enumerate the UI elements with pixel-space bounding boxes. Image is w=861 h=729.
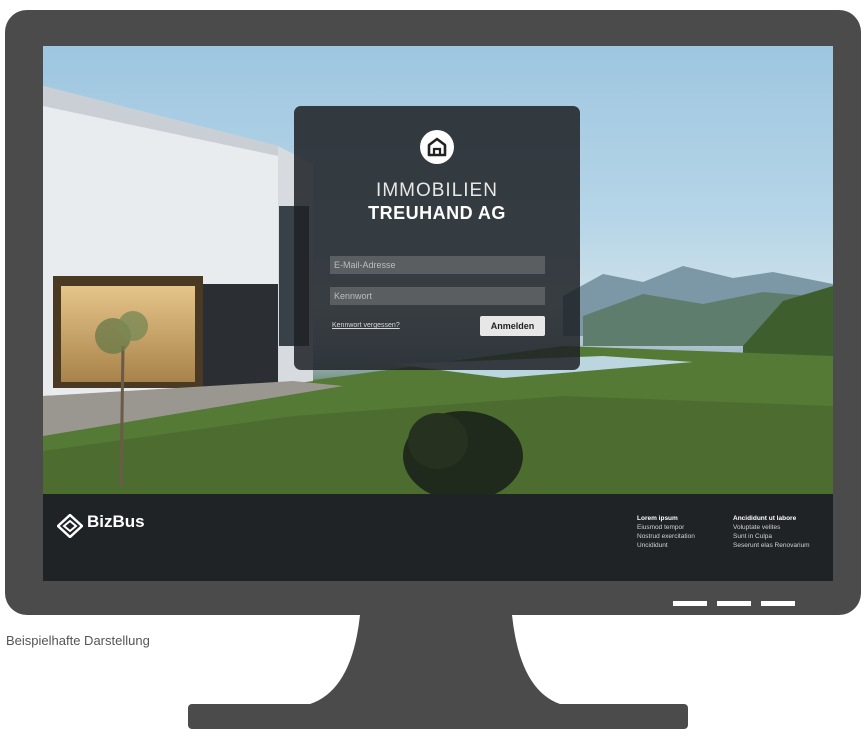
monitor-stand — [188, 615, 688, 729]
